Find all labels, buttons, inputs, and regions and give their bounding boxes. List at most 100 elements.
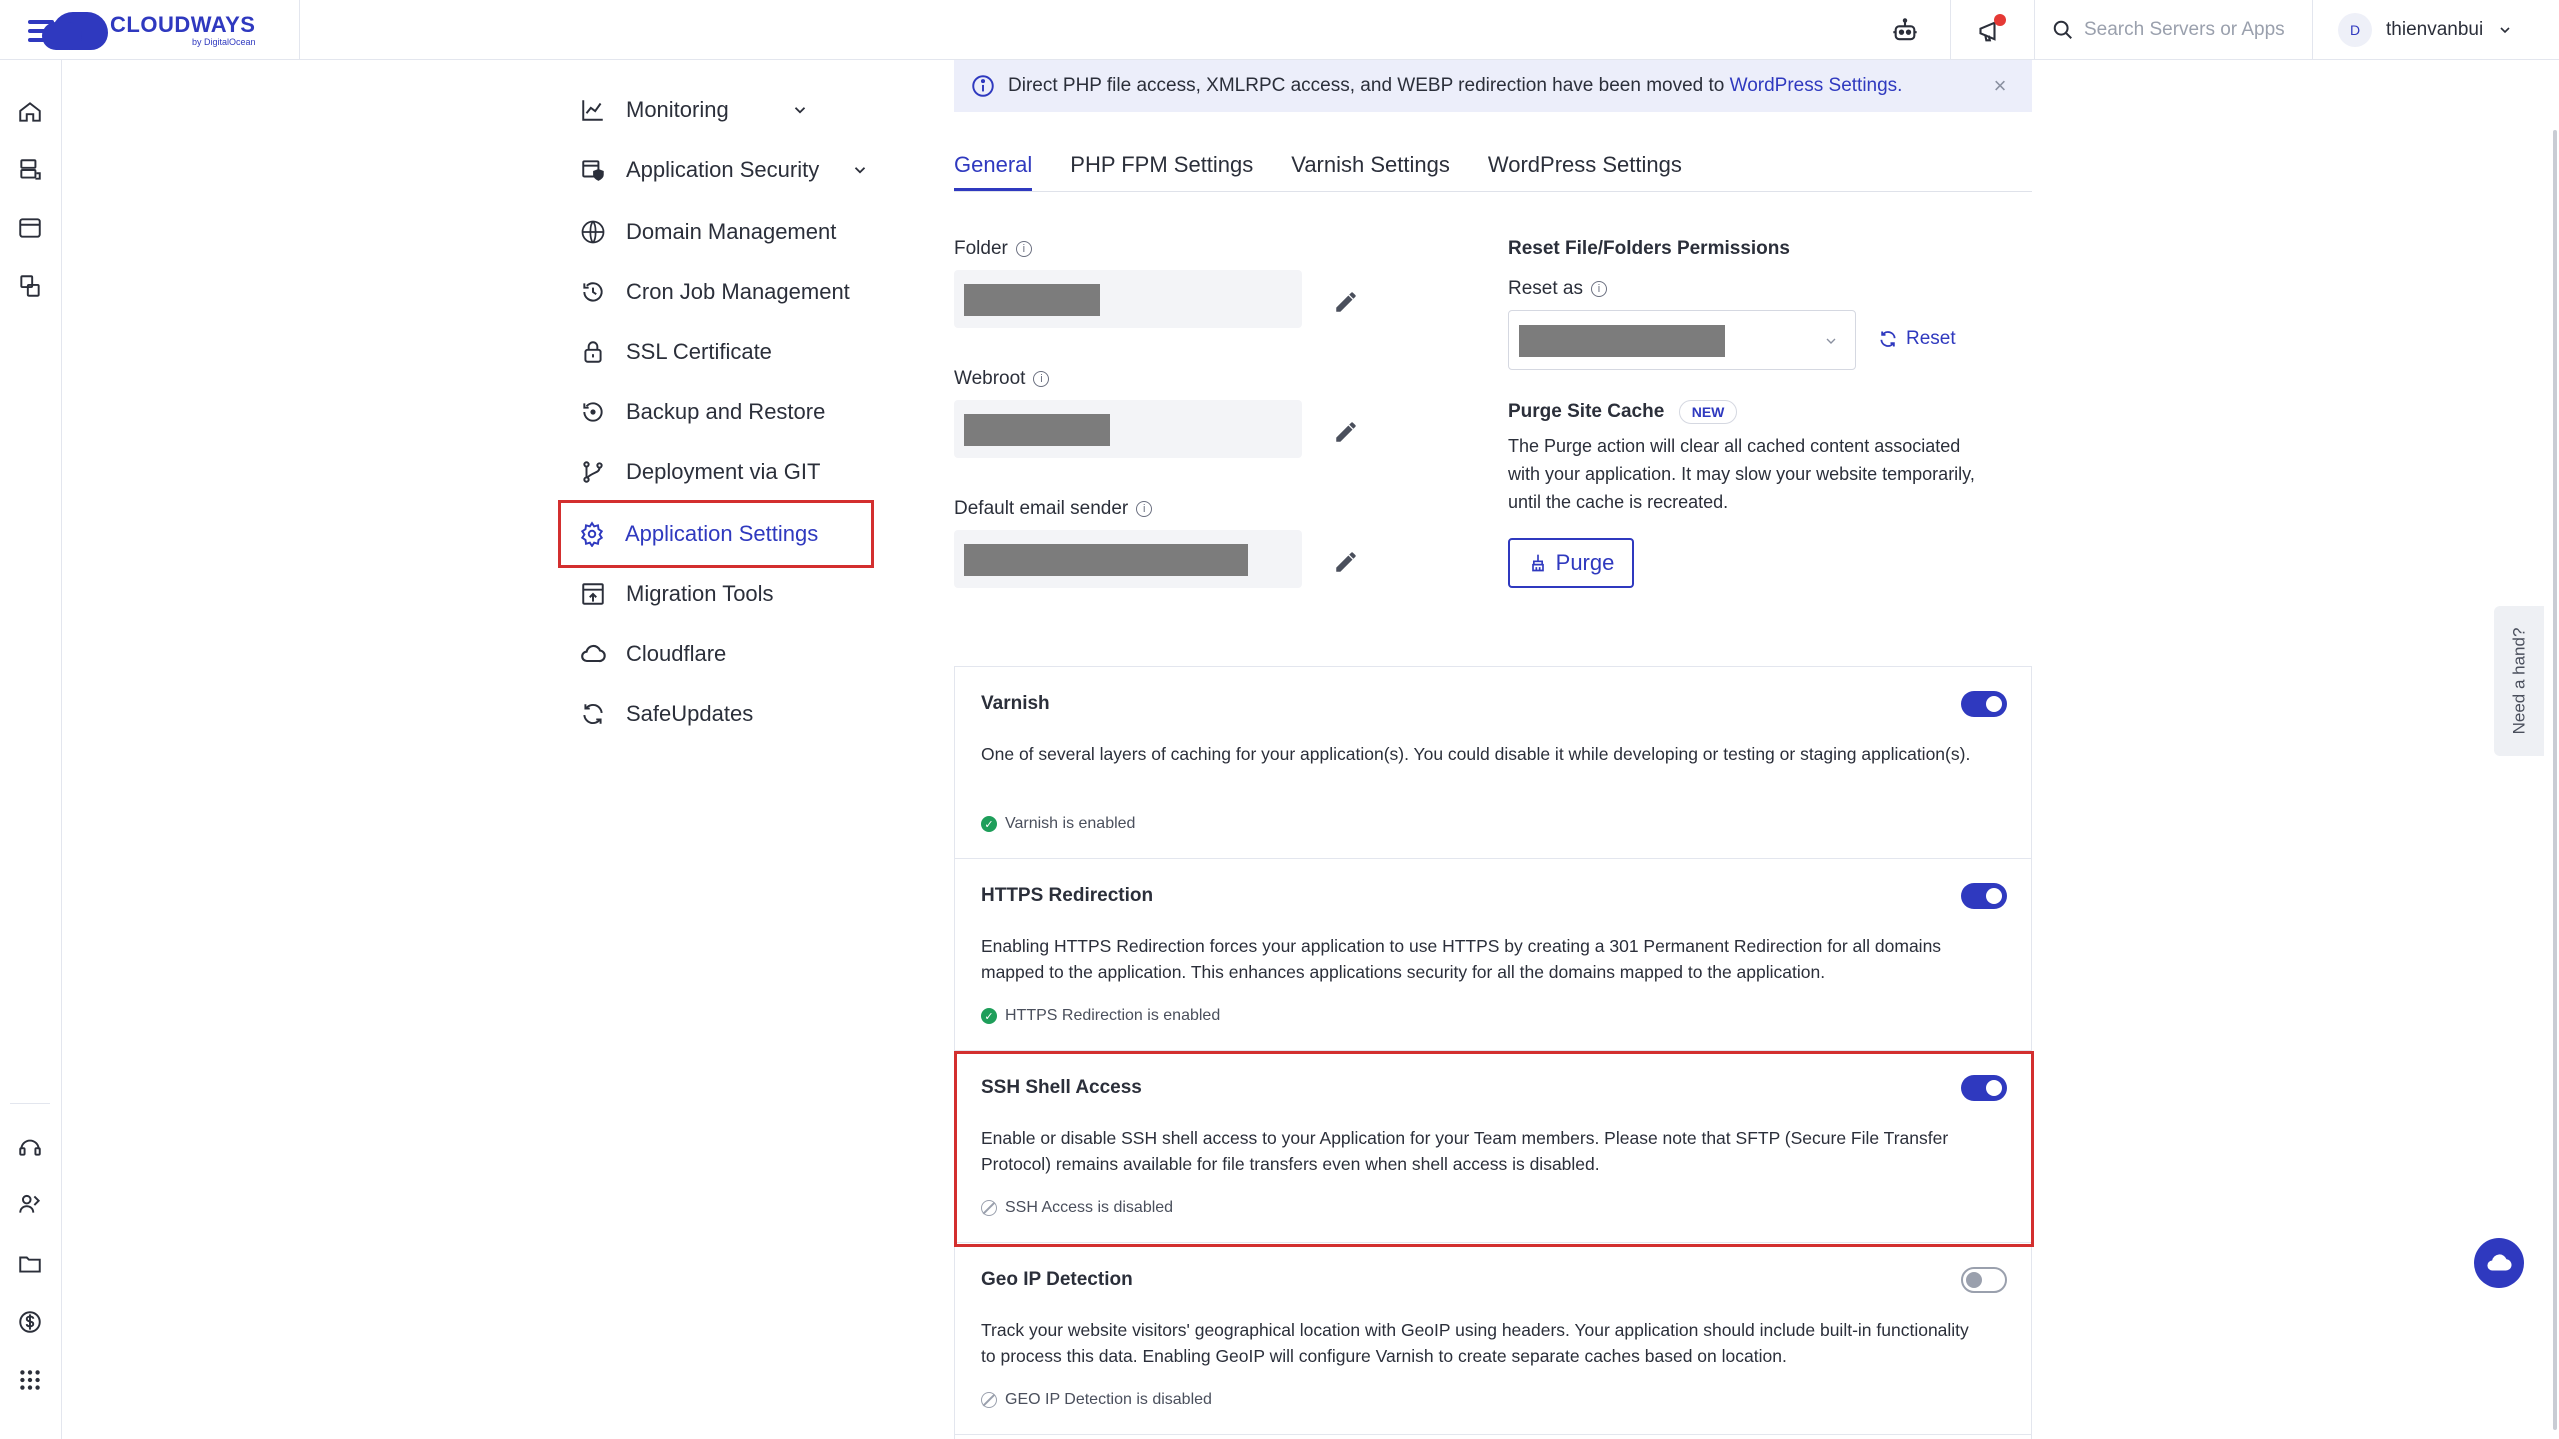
- menu-item-backup-and-restore[interactable]: Backup and Restore: [560, 382, 880, 442]
- scrollbar[interactable]: [2553, 130, 2557, 1430]
- new-badge: NEW: [1678, 400, 1738, 424]
- status-badge: SSH Access is disabled: [981, 1199, 1173, 1217]
- avatar: D: [2338, 13, 2372, 47]
- left-rail: [0, 60, 62, 1439]
- lock-icon: [578, 337, 608, 367]
- check-circle-icon: ✓: [981, 1008, 997, 1024]
- feature-toggle-list: Varnish One of several layers of caching…: [954, 666, 2034, 1439]
- geo-ip-detection-card: Geo IP Detection Track your website visi…: [955, 1243, 2031, 1435]
- https-redirection-toggle[interactable]: [1961, 883, 2007, 909]
- ssh-shell-access-toggle[interactable]: [1961, 1075, 2007, 1101]
- email-sender-field[interactable]: [954, 530, 1302, 588]
- clock-history-icon: [578, 277, 608, 307]
- menu-item-safeupdates[interactable]: SafeUpdates: [560, 684, 880, 744]
- team-icon[interactable]: [14, 1188, 46, 1220]
- menu-item-application-settings[interactable]: Application Settings: [558, 500, 874, 568]
- check-circle-icon: ✓: [981, 816, 997, 832]
- menu-item-cron-job-management[interactable]: Cron Job Management: [560, 262, 880, 322]
- sync-icon: [578, 699, 608, 729]
- tab-php-fpm-settings[interactable]: PHP FPM Settings: [1070, 152, 1253, 191]
- folder-icon[interactable]: [14, 1248, 46, 1280]
- menu-item-migration-tools[interactable]: Migration Tools: [560, 564, 880, 624]
- edit-email-pencil-icon[interactable]: [1330, 546, 1362, 578]
- disabled-circle-icon: [981, 1200, 997, 1216]
- search-servers-input[interactable]: Search Servers or Apps: [2052, 12, 2302, 48]
- projects-icon[interactable]: [14, 270, 46, 302]
- need-a-hand-tab[interactable]: Need a hand?: [2494, 606, 2544, 756]
- chevron-down-icon: [794, 107, 805, 114]
- reset-permissions-section: Reset File/Folders Permissions: [1508, 238, 1790, 260]
- close-icon[interactable]: ×: [1988, 74, 2012, 98]
- redacted-value: [964, 414, 1110, 446]
- disabled-circle-icon: [981, 1392, 997, 1408]
- info-banner: Direct PHP file access, XMLRPC access, a…: [954, 60, 2032, 112]
- cloudways-logo[interactable]: CLOUDWAYS by DigitalOcean: [28, 8, 278, 52]
- apps-grid-icon[interactable]: [14, 1364, 46, 1396]
- info-icon: [972, 75, 994, 97]
- purge-cache-section: Purge Site Cache NEW: [1508, 400, 1738, 424]
- webroot-label: Webroot i: [954, 368, 1050, 390]
- info-icon[interactable]: i: [1136, 501, 1153, 517]
- banner-text: Direct PHP file access, XMLRPC access, a…: [1008, 75, 1725, 96]
- folder-field[interactable]: [954, 270, 1302, 328]
- folder-label: Folder i: [954, 238, 1032, 260]
- applications-icon[interactable]: [14, 212, 46, 244]
- chevron-down-icon: [855, 167, 866, 174]
- geo-ip-detection-toggle[interactable]: [1961, 1267, 2007, 1293]
- menu-item-monitoring[interactable]: Monitoring: [560, 80, 880, 140]
- search-icon: [2053, 20, 2072, 39]
- notification-dot: [1994, 14, 2006, 26]
- broom-icon: [1531, 554, 1544, 572]
- username: thienvanbui: [2386, 19, 2484, 40]
- info-icon[interactable]: i: [1590, 281, 1607, 297]
- gear-icon: [577, 519, 607, 549]
- billing-icon[interactable]: [14, 1306, 46, 1338]
- email-sender-label: Default email sender i: [954, 498, 1153, 520]
- reset-as-label: Reset as i: [1508, 278, 1607, 300]
- migrate-icon: [578, 579, 608, 609]
- purge-cache-description: The Purge action will clear all cached c…: [1508, 436, 1975, 512]
- support-icon[interactable]: [14, 1130, 46, 1162]
- restore-icon: [578, 397, 608, 427]
- search-placeholder: Search Servers or Apps: [2084, 19, 2285, 40]
- refresh-icon: [1880, 331, 1896, 347]
- git-branch-icon: [578, 457, 608, 487]
- purge-cache-title: Purge Site Cache: [1508, 401, 1665, 422]
- menu-item-application-security[interactable]: Application Security: [560, 140, 880, 200]
- tab-general[interactable]: General: [954, 152, 1033, 191]
- menu-item-deployment-via-git[interactable]: Deployment via GIT: [560, 442, 880, 502]
- info-icon[interactable]: i: [1033, 371, 1050, 387]
- shield-app-icon: [578, 155, 608, 185]
- wordpress-settings-link[interactable]: WordPress Settings.: [1730, 75, 1903, 96]
- edit-webroot-pencil-icon[interactable]: [1330, 416, 1362, 448]
- announcement-icon[interactable]: [1974, 14, 2008, 48]
- tab-varnish-settings[interactable]: Varnish Settings: [1291, 152, 1450, 191]
- edit-folder-pencil-icon[interactable]: [1330, 286, 1362, 318]
- tab-wordpress-settings[interactable]: WordPress Settings: [1488, 152, 1682, 191]
- servers-icon[interactable]: [14, 154, 46, 186]
- chart-line-icon: [578, 95, 608, 125]
- bot-icon[interactable]: [1888, 14, 1922, 48]
- redacted-value: [964, 284, 1100, 316]
- info-icon[interactable]: i: [1015, 241, 1032, 257]
- top-bar: CLOUDWAYS by DigitalOcean Search Servers…: [0, 0, 2559, 60]
- reset-permissions-button[interactable]: Reset: [1878, 328, 1956, 350]
- user-menu[interactable]: D thienvanbui: [2338, 10, 2513, 50]
- webroot-field[interactable]: [954, 400, 1302, 458]
- status-badge: GEO IP Detection is disabled: [981, 1391, 1212, 1409]
- www-globe-icon: [578, 217, 608, 247]
- ssh-shell-access-card: SSH Shell Access Enable or disable SSH s…: [955, 1051, 2031, 1243]
- menu-item-cloudflare[interactable]: Cloudflare: [560, 624, 880, 684]
- https-redirection-card: HTTPS Redirection Enabling HTTPS Redirec…: [955, 859, 2031, 1051]
- reset-as-select[interactable]: [1508, 310, 1856, 370]
- brand-by: by DigitalOcean: [191, 36, 256, 47]
- settings-tabs: General PHP FPM Settings Varnish Setting…: [954, 152, 2032, 192]
- menu-item-ssl-certificate[interactable]: SSL Certificate: [560, 322, 880, 382]
- chevron-down-icon: [2500, 27, 2510, 34]
- chat-assistant-button[interactable]: [2474, 1238, 2524, 1288]
- home-icon[interactable]: [14, 96, 46, 128]
- brand-name: CLOUDWAYS: [110, 11, 256, 37]
- purge-button[interactable]: Purge: [1508, 538, 1634, 588]
- menu-item-domain-management[interactable]: Domain Management: [560, 202, 880, 262]
- varnish-toggle[interactable]: [1961, 691, 2007, 717]
